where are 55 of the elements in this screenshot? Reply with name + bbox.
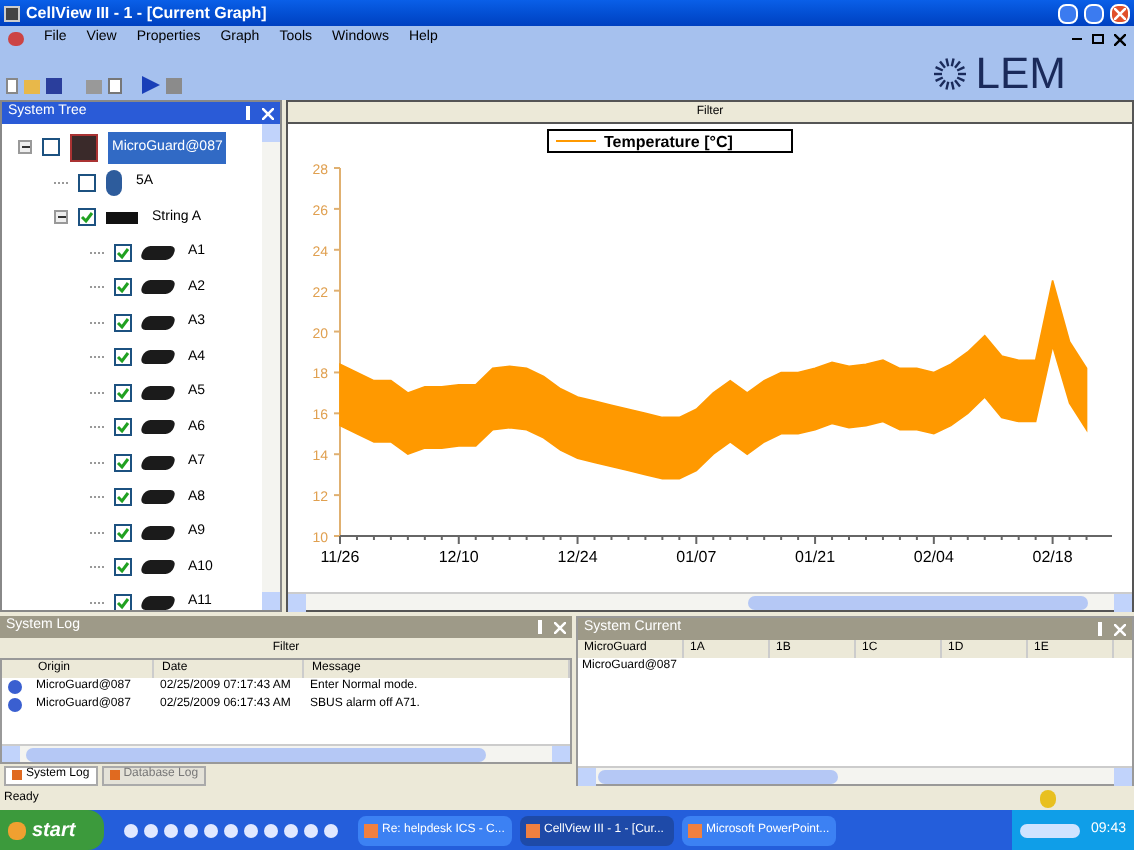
tree-checkbox[interactable]	[114, 488, 132, 507]
battery-cell-icon	[139, 455, 177, 470]
tree-checkbox[interactable]	[114, 418, 132, 437]
start-button[interactable]: start	[0, 810, 104, 850]
x-tick-label: 02/18	[1032, 548, 1073, 566]
x-tick-label: 12/24	[557, 548, 598, 566]
tree-checkbox[interactable]	[114, 593, 132, 610]
controller-icon	[70, 133, 98, 162]
battery-cell-icon	[139, 595, 177, 610]
battery-cell-icon	[139, 560, 177, 575]
play-icon[interactable]	[142, 76, 160, 94]
tree-checkbox[interactable]	[114, 243, 132, 262]
tree-checkbox[interactable]	[114, 278, 132, 297]
tree-checkbox[interactable]	[114, 313, 132, 332]
legend-label: Temperature [°C]	[604, 133, 733, 151]
battery-cell-icon	[139, 280, 177, 295]
x-tick-label: 11/26	[320, 548, 360, 566]
horizontal-scrollbar[interactable]	[2, 744, 570, 762]
x-tick-label: 01/07	[676, 548, 717, 566]
vertical-scrollbar[interactable]	[262, 124, 280, 610]
sunburst-logo-icon	[931, 56, 968, 92]
string-icon	[106, 211, 138, 224]
tree-checkbox[interactable]	[114, 558, 132, 577]
x-tick-label: 02/04	[913, 548, 954, 566]
expander-icon[interactable]	[18, 140, 32, 155]
tree-checkbox[interactable]	[114, 523, 132, 542]
tree-checkbox[interactable]	[114, 383, 132, 402]
tree-checkbox[interactable]	[78, 173, 96, 192]
window-title: CellView III - 1 - [Current Graph]	[26, 1, 267, 25]
tree-checkbox[interactable]	[114, 453, 132, 472]
close-icon[interactable]	[262, 107, 274, 119]
horizontal-scrollbar[interactable]	[578, 766, 1132, 784]
mdi-close-icon[interactable]	[1114, 33, 1126, 45]
x-tick-label: 01/21	[795, 548, 836, 566]
expander-icon[interactable]	[54, 210, 68, 225]
tree-checkbox[interactable]	[78, 208, 96, 227]
close-icon[interactable]	[554, 621, 566, 633]
logo-text: LEM	[975, 52, 1066, 96]
battery-cell-icon	[139, 385, 177, 400]
close-icon[interactable]	[1114, 623, 1126, 635]
mdi-restore-icon[interactable]	[1092, 34, 1104, 44]
restore-button[interactable]	[1084, 3, 1104, 23]
tree-checkbox[interactable]	[114, 348, 132, 367]
minimize-button[interactable]	[1058, 3, 1078, 23]
x-tick-label: 12/10	[438, 548, 479, 566]
battery-cell-icon	[139, 245, 177, 260]
battery-cell-icon	[139, 315, 177, 330]
battery-cell-icon	[139, 350, 177, 365]
tree-checkbox[interactable]	[42, 138, 60, 157]
battery-cell-icon	[139, 420, 177, 435]
horizontal-scrollbar[interactable]	[288, 592, 1132, 610]
close-button[interactable]	[1110, 3, 1130, 23]
device-icon	[106, 169, 122, 196]
battery-cell-icon	[139, 490, 177, 505]
battery-cell-icon	[139, 525, 177, 540]
